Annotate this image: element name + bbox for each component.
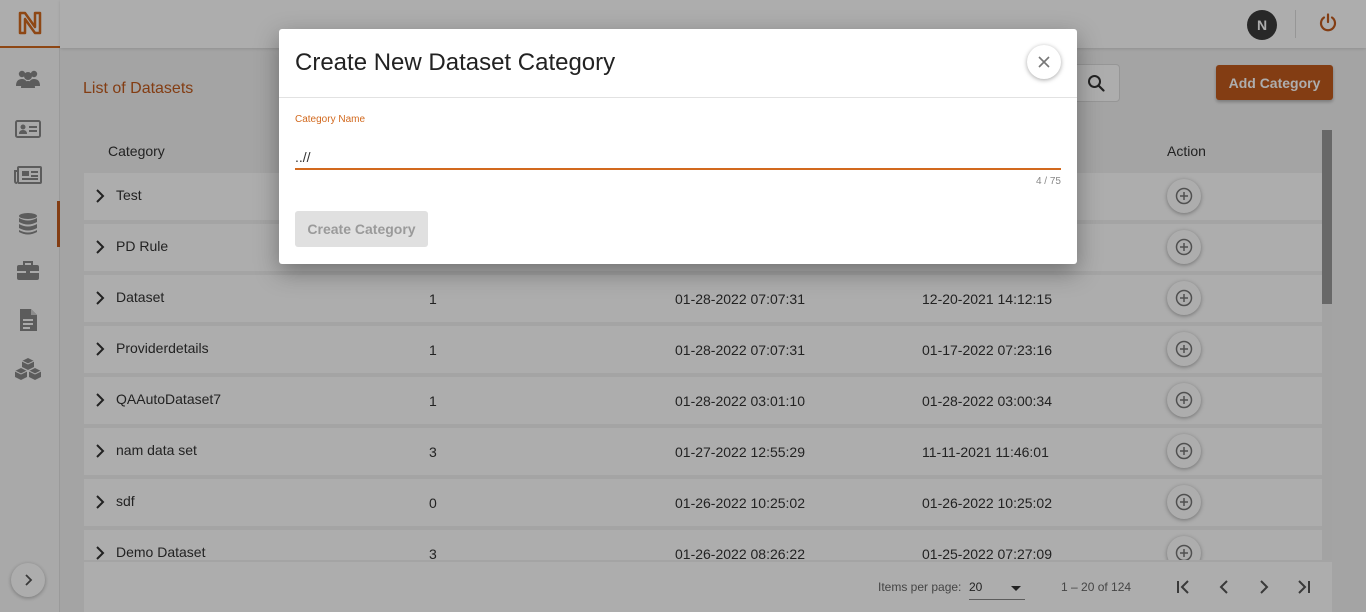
create-category-button[interactable]: Create Category [295, 211, 428, 247]
create-category-dialog: Create New Dataset Category Category Nam… [279, 29, 1077, 264]
close-dialog-button[interactable] [1027, 45, 1061, 79]
close-icon [1038, 56, 1050, 68]
dialog-title: Create New Dataset Category [295, 49, 616, 76]
character-count-hint: 4 / 75 [1035, 176, 1061, 187]
category-name-label: Category Name [295, 114, 366, 125]
dialog-divider [279, 97, 1077, 98]
category-name-input[interactable] [295, 145, 1061, 170]
